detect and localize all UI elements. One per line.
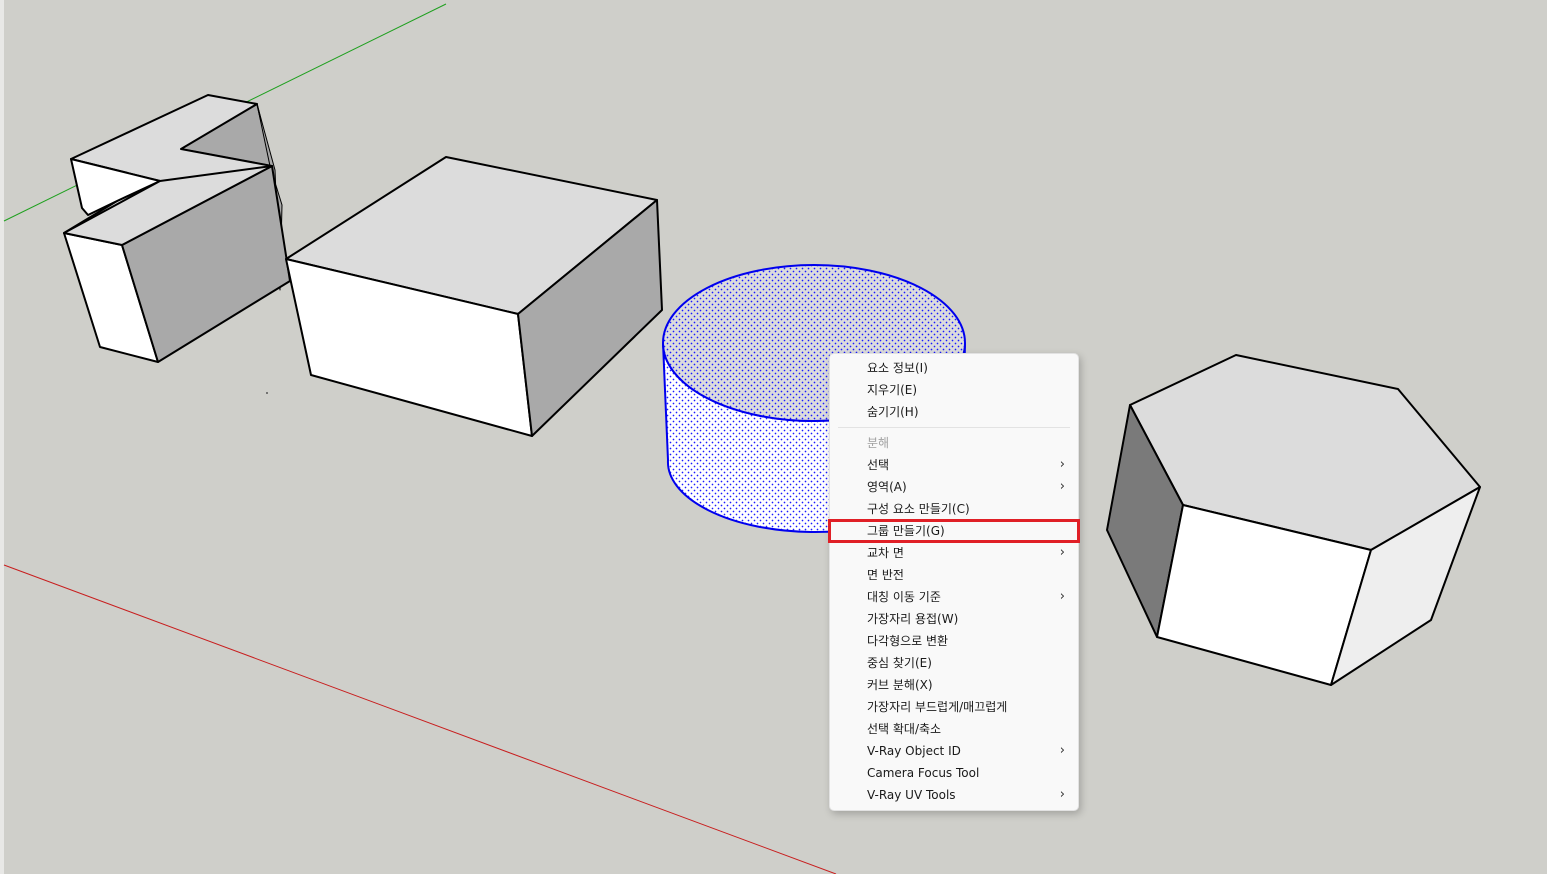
3d-scene[interactable] [0,0,1547,874]
menu-item-label: Camera Focus Tool [867,766,980,780]
menu-item-4: 분해 [830,432,1078,454]
menu-item-14[interactable]: 중심 찾기(E) [830,652,1078,674]
menu-item-0[interactable]: 요소 정보(I) [830,357,1078,379]
red-axis-line [3,564,837,874]
large-box[interactable] [285,156,663,437]
chevron-right-icon: › [1059,787,1065,802]
stray-point [266,392,268,394]
menu-item-20[interactable]: V-Ray UV Tools › [830,784,1078,806]
menu-item-label: 교차 면 [867,546,904,560]
menu-item-label: 분해 [867,436,890,450]
menu-item-7[interactable]: 구성 요소 만들기(C) [830,498,1078,520]
menu-item-17[interactable]: 선택 확대/축소 [830,718,1078,740]
chevron-right-icon: › [1059,743,1065,758]
menu-item-label: 선택 확대/축소 [867,722,942,736]
menu-item-11[interactable]: 대칭 이동 기준 › [830,586,1078,608]
menu-item-6[interactable]: 영역(A) › [830,476,1078,498]
chevron-right-icon: › [1059,545,1065,560]
menu-item-label: 면 반전 [867,568,904,582]
menu-item-5[interactable]: 선택 › [830,454,1078,476]
context-menu: 요소 정보(I) 지우기(E) 숨기기(H) 분해선택 › 영역(A) › 구성 요소 만들기… [828,353,1080,811]
menu-item-12[interactable]: 가장자리 용접(W) [830,608,1078,630]
menu-separator [838,427,1070,428]
menu-item-label: 영역(A) [867,480,907,494]
menu-item-label: V-Ray UV Tools [867,788,956,802]
modeling-viewport[interactable]: 요소 정보(I) 지우기(E) 숨기기(H) 분해선택 › 영역(A) › 구성 요소 만들기… [0,0,1547,874]
menu-item-label: 숨기기(H) [867,405,919,419]
menu-item-8[interactable]: 그룹 만들기(G) [828,519,1080,543]
chevron-right-icon: › [1059,479,1065,494]
menu-item-label: 커브 분해(X) [867,678,933,692]
menu-item-15[interactable]: 커브 분해(X) [830,674,1078,696]
menu-item-2[interactable]: 숨기기(H) [830,401,1078,423]
menu-item-19[interactable]: Camera Focus Tool [830,762,1078,784]
menu-item-label: 중심 찾기(E) [867,656,932,670]
menu-item-16[interactable]: 가장자리 부드럽게/매끄럽게 [830,696,1078,718]
chevron-right-icon: › [1059,457,1065,472]
menu-item-label: 구성 요소 만들기(C) [867,502,970,516]
menu-item-label: 대칭 이동 기준 [867,590,941,604]
menu-item-9[interactable]: 교차 면 › [830,542,1078,564]
hexagonal-prism[interactable] [1106,354,1481,686]
menu-item-13[interactable]: 다각형으로 변환 [830,630,1078,652]
menu-item-label: V-Ray Object ID [867,744,961,758]
menu-item-label: 요소 정보(I) [867,361,928,375]
menu-item-label: 지우기(E) [867,383,918,397]
menu-item-10[interactable]: 면 반전 [830,564,1078,586]
menu-item-18[interactable]: V-Ray Object ID › [830,740,1078,762]
menu-item-label: 선택 [867,458,890,472]
menu-item-1[interactable]: 지우기(E) [830,379,1078,401]
menu-item-label: 그룹 만들기(G) [867,524,945,538]
menu-item-label: 가장자리 부드럽게/매끄럽게 [867,700,1008,714]
highlight-annotation-box [828,519,1080,543]
menu-item-label: 가장자리 용접(W) [867,612,959,626]
l-shaped-block[interactable] [63,94,291,363]
menu-item-label: 다각형으로 변환 [867,634,949,648]
chevron-right-icon: › [1059,589,1065,604]
